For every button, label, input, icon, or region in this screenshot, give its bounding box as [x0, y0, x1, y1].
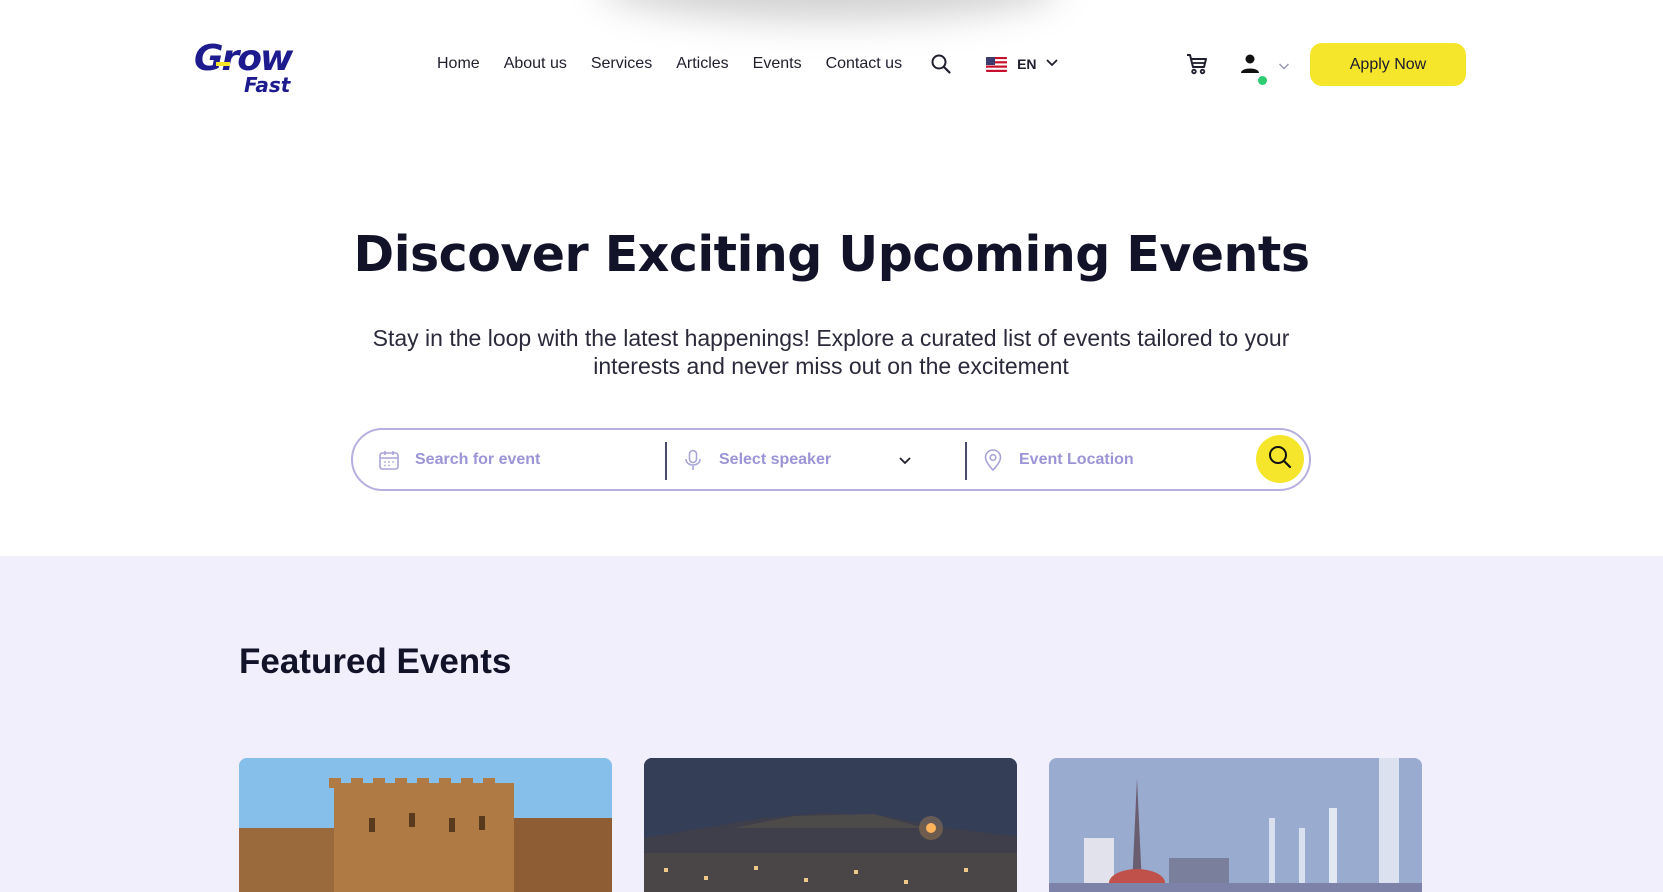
search-divider — [965, 442, 967, 480]
site-header: Grow Fast Home About us Services Article… — [0, 0, 1663, 130]
nav-contact-us[interactable]: Contact us — [826, 52, 902, 76]
nav-home[interactable]: Home — [437, 52, 480, 76]
hero-title: Discover Exciting Upcoming Events — [353, 226, 1310, 283]
night-city-photo — [644, 758, 1017, 892]
svg-text:Fast: Fast — [244, 73, 292, 96]
user-menu[interactable] — [1238, 52, 1294, 86]
location-field[interactable] — [981, 430, 1239, 489]
featured-events-section: Featured Events — [0, 556, 1663, 892]
search-submit-button[interactable] — [1256, 435, 1304, 483]
citadel-photo — [239, 758, 612, 892]
nav-events[interactable]: Events — [753, 52, 802, 76]
nav-articles[interactable]: Articles — [676, 52, 728, 76]
growfast-logo[interactable]: Grow Fast — [192, 36, 322, 97]
search-icon[interactable] — [930, 53, 952, 75]
language-label: EN — [1017, 56, 1037, 72]
chevron-down-icon[interactable] — [897, 452, 913, 468]
online-status-dot — [1258, 76, 1267, 85]
event-search-field[interactable] — [377, 430, 635, 489]
user-icon — [1238, 52, 1262, 76]
event-search-input[interactable] — [415, 450, 635, 469]
main-nav: Home About us Services Articles Events C… — [437, 52, 1059, 76]
chevron-down-icon — [1278, 59, 1290, 71]
nav-services[interactable]: Services — [591, 52, 652, 76]
featured-events-title: Featured Events — [239, 642, 512, 681]
event-search-bar — [351, 428, 1311, 491]
event-card-night-city[interactable] — [644, 758, 1017, 892]
events-page: Grow Fast Home About us Services Article… — [0, 0, 1663, 892]
chevron-down-icon — [1045, 55, 1059, 74]
event-card-fountain[interactable] — [1049, 758, 1422, 892]
apply-now-button[interactable]: Apply Now — [1310, 43, 1466, 86]
calendar-icon — [377, 448, 401, 472]
language-selector[interactable]: EN — [986, 55, 1058, 74]
microphone-icon — [681, 448, 705, 472]
hero-subtitle: Stay in the loop with the latest happeni… — [372, 325, 1290, 379]
search-divider — [665, 442, 667, 480]
search-icon — [1267, 444, 1293, 475]
location-pin-icon — [981, 448, 1005, 472]
event-card-citadel[interactable] — [239, 758, 612, 892]
us-flag-icon — [986, 56, 1008, 72]
location-input[interactable] — [1019, 450, 1239, 469]
fountain-monument-photo — [1049, 758, 1422, 892]
cart-icon[interactable] — [1185, 52, 1209, 76]
nav-about-us[interactable]: About us — [504, 52, 567, 76]
